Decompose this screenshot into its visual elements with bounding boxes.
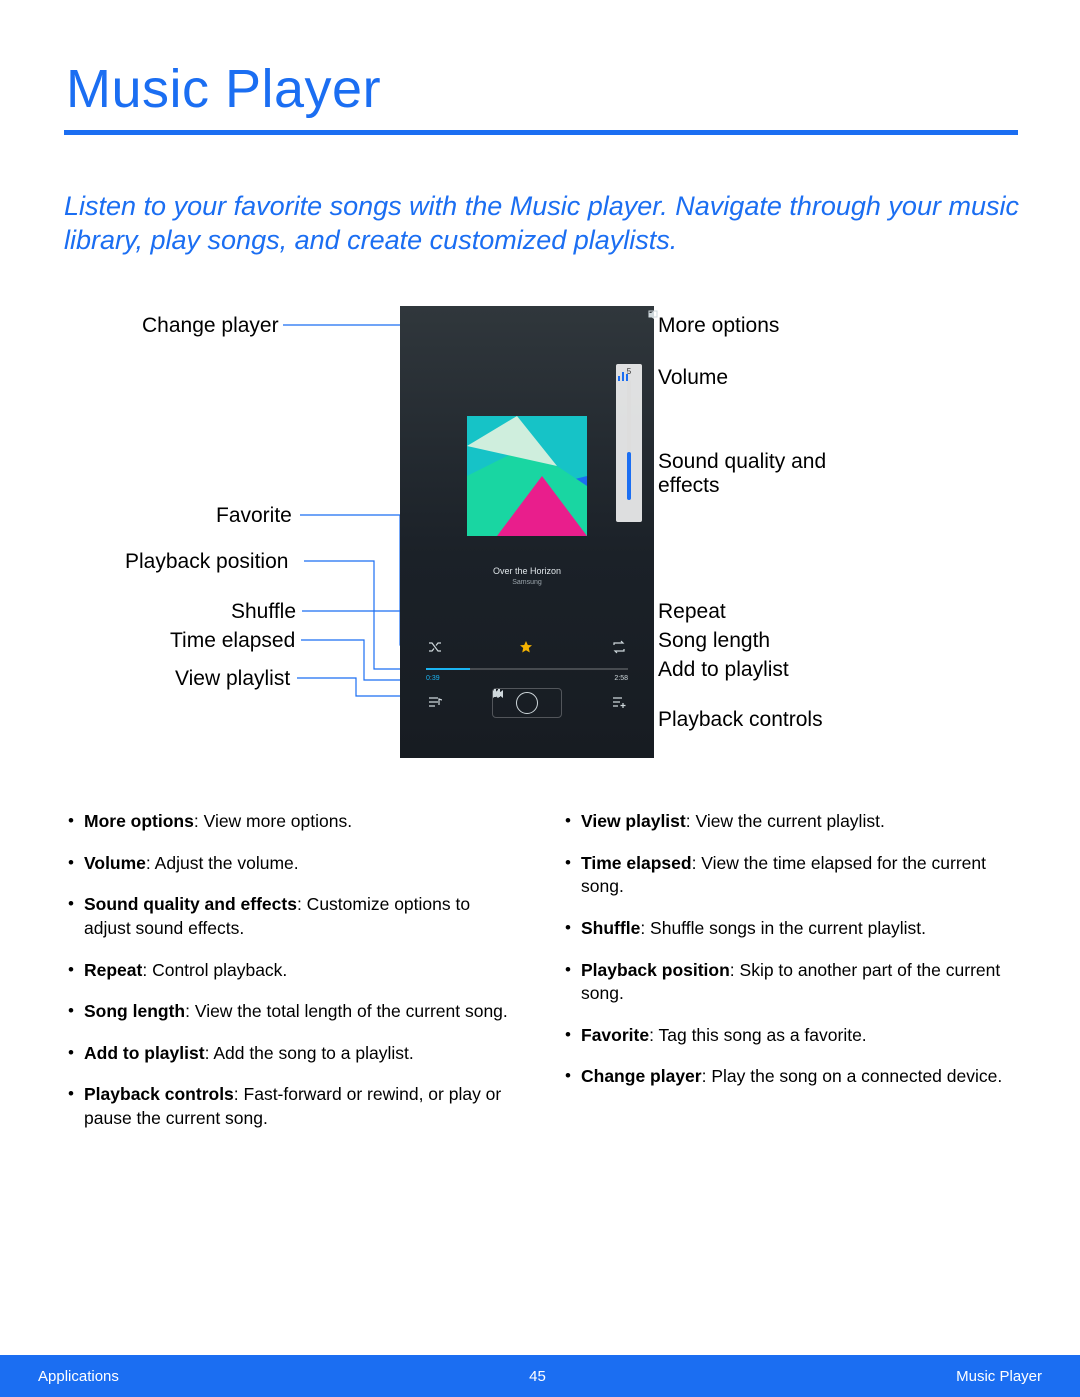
desc-item: Add to playlist: Add the song to a playl… — [64, 1042, 521, 1066]
desc-item-bold: Favorite — [581, 1025, 649, 1045]
description-columns: More options: View more options. Volume: … — [64, 810, 1018, 1149]
desc-item-bold: Sound quality and effects — [84, 894, 297, 914]
play-pause-button[interactable] — [516, 692, 538, 714]
desc-item: Playback controls: Fast-forward or rewin… — [64, 1083, 521, 1130]
desc-item-bold: Song length — [84, 1001, 185, 1021]
volume-panel[interactable]: 5 — [616, 364, 642, 522]
footer: Applications 45 Music Player — [0, 1355, 1080, 1397]
time-total-value: 2:58 — [614, 675, 628, 682]
footer-left: Applications — [38, 1368, 119, 1385]
desc-item-bold: Shuffle — [581, 918, 640, 938]
diagram: Change player Favorite Playback position… — [64, 270, 1018, 790]
desc-item-bold: Playback controls — [84, 1084, 234, 1104]
desc-item: More options: View more options. — [64, 810, 521, 834]
desc-item-bold: Time elapsed — [581, 853, 692, 873]
song-artist: Samsung — [400, 579, 654, 586]
volume-track[interactable] — [627, 380, 631, 500]
progress-bar[interactable] — [426, 668, 628, 670]
view-playlist-icon[interactable] — [428, 695, 442, 709]
intro-text: Listen to your favorite songs with the M… — [64, 190, 1024, 258]
desc-item: Sound quality and effects: Customize opt… — [64, 893, 521, 940]
desc-item-bold: More options — [84, 811, 194, 831]
control-row — [400, 688, 654, 718]
repeat-icon[interactable] — [612, 640, 626, 654]
desc-item: Repeat: Control playback. — [64, 959, 521, 983]
progress-fill — [426, 668, 470, 670]
desc-item-bold: Add to playlist — [84, 1043, 205, 1063]
desc-item: Time elapsed: View the time elapsed for … — [561, 852, 1018, 899]
page-title: Music Player — [66, 58, 381, 120]
desc-item-bold: Volume — [84, 853, 146, 873]
desc-item: Change player: Play the song on a connec… — [561, 1065, 1018, 1089]
more-icon — [648, 310, 652, 320]
footer-page-number: 45 — [119, 1368, 956, 1385]
page: Music Player Listen to your favorite son… — [0, 0, 1080, 1397]
volume-fill — [627, 452, 631, 500]
desc-item: Song length: View the total length of th… — [64, 1000, 521, 1024]
favorite-icon[interactable] — [519, 640, 533, 654]
shuffle-icon[interactable] — [428, 640, 442, 654]
phone-mockup: 5 Over the Horizon Samsung — [400, 306, 654, 758]
song-title: Over the Horizon — [400, 566, 654, 576]
desc-item: Playback position: Skip to another part … — [561, 959, 1018, 1006]
desc-item: Shuffle: Shuffle songs in the current pl… — [561, 917, 1018, 941]
desc-item-bold: Repeat — [84, 960, 142, 980]
desc-item-bold: Playback position — [581, 960, 730, 980]
icon-row — [400, 640, 654, 658]
album-art — [467, 416, 587, 536]
desc-item-bold: View playlist — [581, 811, 686, 831]
time-elapsed-value: 0:39 — [426, 675, 440, 682]
footer-right: Music Player — [956, 1368, 1042, 1385]
playback-controls — [492, 688, 562, 718]
next-icon[interactable] — [493, 689, 503, 699]
desc-col-left: More options: View more options. Volume: … — [64, 810, 521, 1149]
desc-item: Favorite: Tag this song as a favorite. — [561, 1024, 1018, 1048]
add-to-playlist-icon[interactable] — [612, 695, 626, 709]
desc-item: View playlist: View the current playlist… — [561, 810, 1018, 834]
desc-item-bold: Change player — [581, 1066, 702, 1086]
desc-item: Volume: Adjust the volume. — [64, 852, 521, 876]
equalizer-icon[interactable] — [616, 368, 630, 382]
title-rule — [64, 130, 1018, 135]
desc-col-right: View playlist: View the current playlist… — [561, 810, 1018, 1149]
